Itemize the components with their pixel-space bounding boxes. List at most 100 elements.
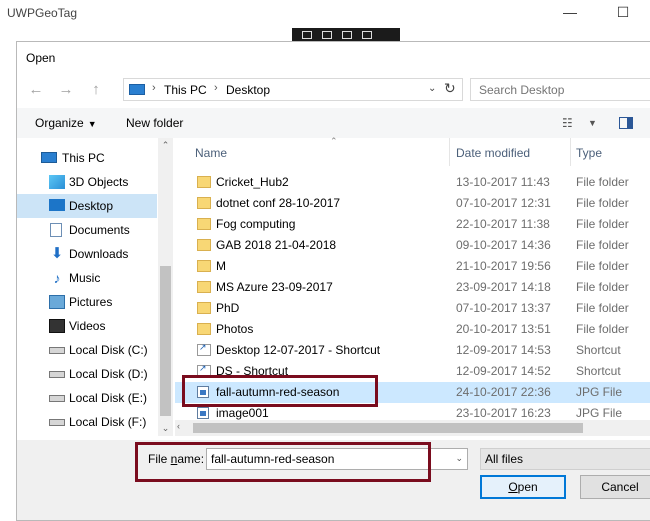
scroll-down-icon[interactable]: ⌄ (158, 423, 173, 434)
new-folder-button[interactable]: New folder (126, 116, 183, 130)
file-name: fall-autumn-red-season (216, 385, 340, 399)
column-header-label: Date modified (456, 146, 531, 160)
file-row[interactable]: MS Azure 23-09-2017 23-09-2017 14:18 File … (175, 277, 650, 298)
file-type: JPG File (576, 406, 623, 420)
file-row[interactable]: Fog computing 22-10-2017 11:38 File folder (175, 214, 650, 235)
nav-item-label: Local Disk (E:) (69, 391, 148, 405)
file-date: 07-10-2017 13:37 (456, 301, 551, 315)
cube-icon (49, 175, 65, 189)
nav-item-local-disk-c[interactable]: Local Disk (C:) (17, 338, 157, 362)
nav-item-this-pc[interactable]: This PC (17, 146, 157, 170)
file-row[interactable]: dotnet conf 28-10-2017 07-10-2017 12:31 Fi… (175, 193, 650, 214)
file-name-field[interactable]: fall-autumn-red-season ⌄ (206, 448, 468, 470)
dialog-footer: File name: fall-autumn-red-season ⌄ All … (17, 440, 650, 520)
file-type-filter[interactable]: All files (480, 448, 650, 470)
organize-button[interactable]: Organize ▼ (35, 116, 97, 130)
address-bar[interactable]: › This PC › Desktop ⌄ ↻ (123, 78, 463, 101)
preview-pane-icon[interactable] (619, 117, 633, 129)
nav-item-videos[interactable]: Videos (17, 314, 157, 338)
file-row-selected[interactable]: fall-autumn-red-season 24-10-2017 22:36 JP… (175, 382, 650, 403)
breadcrumb-this-pc[interactable]: This PC (164, 83, 207, 97)
cancel-button[interactable]: Cancel (580, 475, 650, 499)
nav-pane-scrollbar[interactable]: ⌃ ⌄ (158, 138, 173, 436)
nav-item-pictures[interactable]: Pictures (17, 290, 157, 314)
folder-icon (197, 197, 211, 209)
file-row[interactable]: Cricket_Hub2 13-10-2017 11:43 File folder (175, 172, 650, 193)
nav-item-label: This PC (62, 151, 105, 165)
file-date: 21-10-2017 19:56 (456, 259, 551, 273)
nav-item-local-disk-e[interactable]: Local Disk (E:) (17, 386, 157, 410)
scroll-up-icon[interactable]: ⌃ (158, 140, 173, 151)
chevron-down-icon: ▼ (87, 119, 97, 129)
nav-item-desktop[interactable]: Desktop (17, 194, 157, 218)
nav-item-label: Desktop (69, 199, 114, 213)
maximize-icon[interactable]: ☐ (608, 2, 638, 22)
pictures-icon (49, 295, 65, 309)
file-row[interactable]: Desktop 12-07-2017 - Shortcut 12-09-2017 … (175, 340, 650, 361)
chevron-down-icon[interactable]: ⌄ (455, 453, 463, 464)
file-row[interactable]: DS - Shortcut 12-09-2017 14:52 Shortcut (175, 361, 650, 382)
column-header-name[interactable]: ⌃ Name (190, 136, 450, 166)
file-type-filter-value: All files (485, 452, 524, 466)
file-date: 24-10-2017 22:36 (456, 385, 551, 399)
file-name: M (216, 259, 226, 273)
forward-icon[interactable]: → (55, 80, 77, 100)
folder-icon (197, 323, 211, 335)
file-name: Fog computing (216, 217, 296, 231)
file-date: 09-10-2017 14:36 (456, 238, 551, 252)
nav-item-label: Local Disk (D:) (69, 367, 148, 381)
file-name: PhD (216, 301, 240, 315)
breadcrumb-desktop[interactable]: Desktop (226, 83, 270, 97)
scroll-left-icon[interactable]: ‹ (177, 421, 180, 431)
folder-icon (197, 260, 211, 272)
search-box[interactable] (470, 78, 650, 101)
up-icon[interactable]: ↑ (85, 80, 107, 100)
file-type: Shortcut (576, 343, 621, 357)
file-date: 23-10-2017 16:23 (456, 406, 551, 420)
file-list-horizontal-scrollbar[interactable]: ‹ › (175, 420, 650, 436)
file-type: File folder (576, 259, 629, 273)
file-row[interactable]: M 21-10-2017 19:56 File folder (175, 256, 650, 277)
shortcut-icon (197, 342, 211, 356)
scrollbar-thumb[interactable] (193, 423, 583, 433)
file-date: 13-10-2017 11:43 (456, 175, 550, 189)
file-name-label: File name: (148, 452, 205, 466)
column-header-date[interactable]: Date modified (451, 138, 571, 166)
breadcrumb-separator-icon[interactable]: › (152, 82, 156, 94)
search-input[interactable] (471, 79, 650, 100)
view-options-icon[interactable]: ☷ (562, 116, 573, 130)
nav-item-downloads[interactable]: ⬇ Downloads (17, 242, 157, 266)
nav-item-music[interactable]: ♪ Music (17, 266, 157, 290)
address-dropdown-icon[interactable]: ⌄ (428, 83, 436, 94)
minimize-icon[interactable]: — (555, 2, 585, 22)
nav-item-local-disk-f[interactable]: Local Disk (F:) (17, 410, 157, 434)
file-list: ⌃ Name Date modified Type Cricket_Hub2 13… (175, 136, 650, 436)
file-row[interactable]: GAB 2018 21-04-2018 09-10-2017 14:36 File … (175, 235, 650, 256)
back-icon[interactable]: ← (25, 80, 47, 100)
folder-icon (197, 176, 211, 188)
file-name: Photos (216, 322, 254, 336)
music-icon: ♪ (53, 270, 61, 286)
drive-icon (49, 419, 65, 426)
refresh-icon[interactable]: ↻ (444, 80, 456, 97)
nav-item-label: Downloads (69, 247, 129, 261)
file-row[interactable]: Photos 20-10-2017 13:51 File folder (175, 319, 650, 340)
folder-icon (197, 302, 211, 314)
view-dropdown-icon[interactable]: ▼ (588, 118, 597, 128)
open-button[interactable]: Open (480, 475, 566, 499)
file-row[interactable]: image001 23-10-2017 16:23 JPG File (175, 403, 650, 420)
file-row[interactable]: PhD 07-10-2017 13:37 File folder (175, 298, 650, 319)
drive-icon (49, 347, 65, 354)
breadcrumb-separator-icon[interactable]: › (214, 82, 218, 94)
scrollbar-thumb[interactable] (160, 266, 171, 416)
file-name: DS - Shortcut (216, 364, 289, 378)
file-type: File folder (576, 196, 629, 210)
computer-icon (129, 84, 145, 95)
nav-item-documents[interactable]: Documents (17, 218, 157, 242)
nav-item-3d-objects[interactable]: 3D Objects (17, 170, 157, 194)
file-name: Desktop 12-07-2017 - Shortcut (216, 343, 381, 357)
column-header-type[interactable]: Type (571, 138, 650, 166)
file-type: File folder (576, 322, 629, 336)
app-toolbar-strip (292, 28, 400, 42)
nav-item-local-disk-d[interactable]: Local Disk (D:) (17, 362, 157, 386)
